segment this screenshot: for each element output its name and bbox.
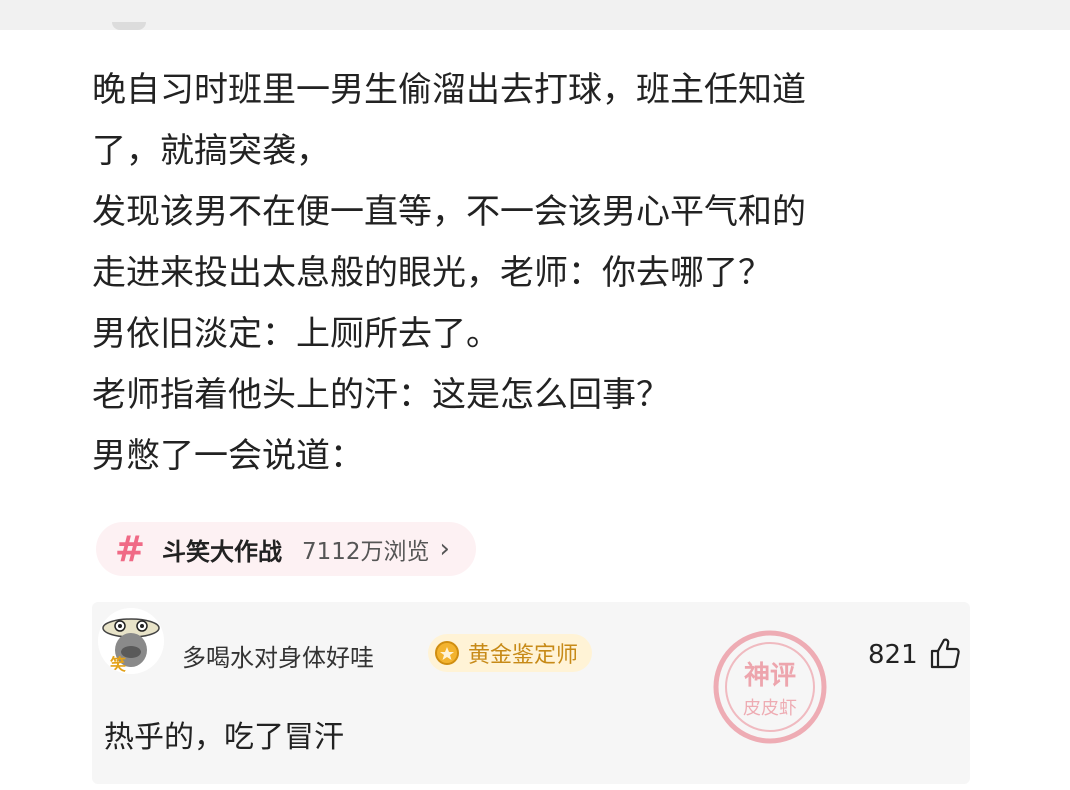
topic-views: 7112万浏览 bbox=[302, 539, 430, 565]
post-line: 走进来投出太息般的眼光，老师：你去哪了？ bbox=[92, 253, 772, 293]
topic-tag[interactable]: # 斗笑大作战 7112万浏览 › bbox=[96, 522, 476, 576]
post-line: 男依旧淡定：上厕所去了。 bbox=[92, 314, 500, 354]
like-count: 821 bbox=[868, 640, 918, 670]
post-line: 发现该男不在便一直等，不一会该男心平气和的 bbox=[92, 192, 806, 232]
badge-label: 黄金鉴定师 bbox=[468, 643, 579, 668]
avatar[interactable]: 笑 bbox=[98, 608, 164, 674]
svg-text:皮皮虾: 皮皮虾 bbox=[743, 698, 797, 719]
hash-icon: # bbox=[114, 528, 146, 570]
post-line: 老师指着他头上的汗：这是怎么回事？ bbox=[92, 375, 670, 415]
user-badge: 黄金鉴定师 bbox=[428, 634, 593, 672]
avatar-edge bbox=[112, 22, 146, 30]
svg-text:神评: 神评 bbox=[744, 661, 796, 691]
comment-text: 热乎的，吃了冒汗 bbox=[104, 720, 344, 755]
comment-username[interactable]: 多喝水对身体好哇 bbox=[182, 638, 374, 673]
meme-face-icon: 笑 bbox=[98, 608, 164, 674]
post-line: 晚自习时班里一男生偷溜出去打球，班主任知道 bbox=[92, 70, 806, 110]
thumbs-up-icon[interactable] bbox=[928, 636, 962, 670]
post-line: 男憋了一会说道： bbox=[92, 436, 364, 476]
topic-name: 斗笑大作战 bbox=[162, 537, 282, 566]
chevron-right-icon: › bbox=[439, 534, 450, 564]
top-comment: 笑 多喝水对身体好哇 黄金鉴定师 神评 皮皮虾 821 热乎的，吃了冒汗 bbox=[92, 602, 970, 784]
post-line: 了，就搞突袭， bbox=[92, 131, 330, 171]
medal-icon bbox=[435, 641, 459, 665]
featured-comment-stamp-icon: 神评 皮皮虾 bbox=[713, 630, 827, 744]
post-card: 晚自习时班里一男生偷溜出去打球，班主任知道 了，就搞突袭， 发现该男不在便一直等… bbox=[0, 30, 1070, 790]
top-frame bbox=[0, 0, 1070, 30]
post-body: 晚自习时班里一男生偷溜出去打球，班主任知道 了，就搞突袭， 发现该男不在便一直等… bbox=[92, 60, 992, 487]
svg-text:笑: 笑 bbox=[110, 655, 126, 674]
